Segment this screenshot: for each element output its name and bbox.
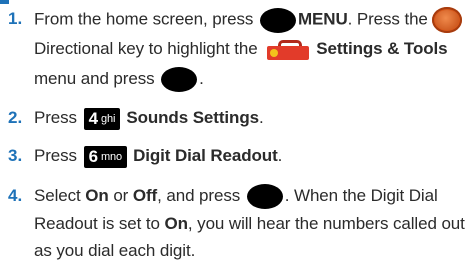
step-text: menu and press — [34, 69, 155, 88]
settings-tools-icon — [264, 38, 312, 62]
step-text: Directional key to highlight the — [34, 39, 258, 58]
step-text: Readout is set to — [34, 214, 160, 233]
step-4-line-3: as you dial each digit. — [34, 239, 195, 263]
key-6-mno-icon: 6 mno — [83, 145, 128, 168]
step-text: . Press the — [347, 9, 428, 29]
step-number: 2. — [8, 108, 23, 127]
step-text: Press — [34, 146, 77, 165]
menu-label: MENU — [297, 9, 348, 29]
accent-bar — [0, 0, 9, 4]
step-text: . — [258, 108, 264, 127]
step-text: Select — [34, 186, 81, 205]
on-option: On — [164, 214, 189, 233]
step-text: . — [199, 69, 204, 88]
step-text: Press — [34, 108, 77, 127]
on-option: On — [85, 186, 109, 205]
end-key-icon — [259, 7, 296, 33]
step-number: 3. — [8, 146, 23, 165]
step-text: , and press — [157, 186, 241, 205]
sounds-settings-label: Sounds Settings — [126, 108, 259, 127]
step-4-line-2: Readout is set to On, you will hear the … — [34, 212, 465, 236]
directional-key-icon — [432, 7, 463, 33]
ok-key-icon — [246, 184, 283, 210]
settings-tools-label: Settings & Tools — [316, 39, 448, 58]
step-text: . — [277, 146, 283, 165]
step-text: . When the Digit Dial — [284, 186, 438, 205]
off-option: Off — [132, 186, 158, 205]
ok-key-icon — [161, 67, 198, 93]
step-text: , you will hear the numbers called out — [187, 214, 465, 233]
step-2-line-1: Press 4 ghi Sounds Settings. — [34, 106, 264, 130]
step-text: From the home screen, press — [34, 9, 254, 29]
step-number: 4. — [8, 186, 23, 205]
digit-dial-readout-label: Digit Dial Readout — [133, 146, 278, 165]
step-text: or — [113, 186, 129, 205]
step-1-line-3: menu and press . — [34, 67, 204, 93]
step-number: 1. — [8, 9, 23, 28]
step-4-line-1: Select On or Off, and press . When the D… — [34, 184, 438, 210]
step-1-line-1: From the home screen, press MENU. Press … — [34, 7, 463, 33]
key-4-ghi-icon: 4 ghi — [83, 107, 121, 130]
step-text: as you dial each digit. — [34, 241, 196, 260]
step-3-line-1: Press 6 mno Digit Dial Readout. — [34, 144, 282, 168]
step-1-line-2: Directional key to highlight the Setting… — [34, 37, 448, 62]
